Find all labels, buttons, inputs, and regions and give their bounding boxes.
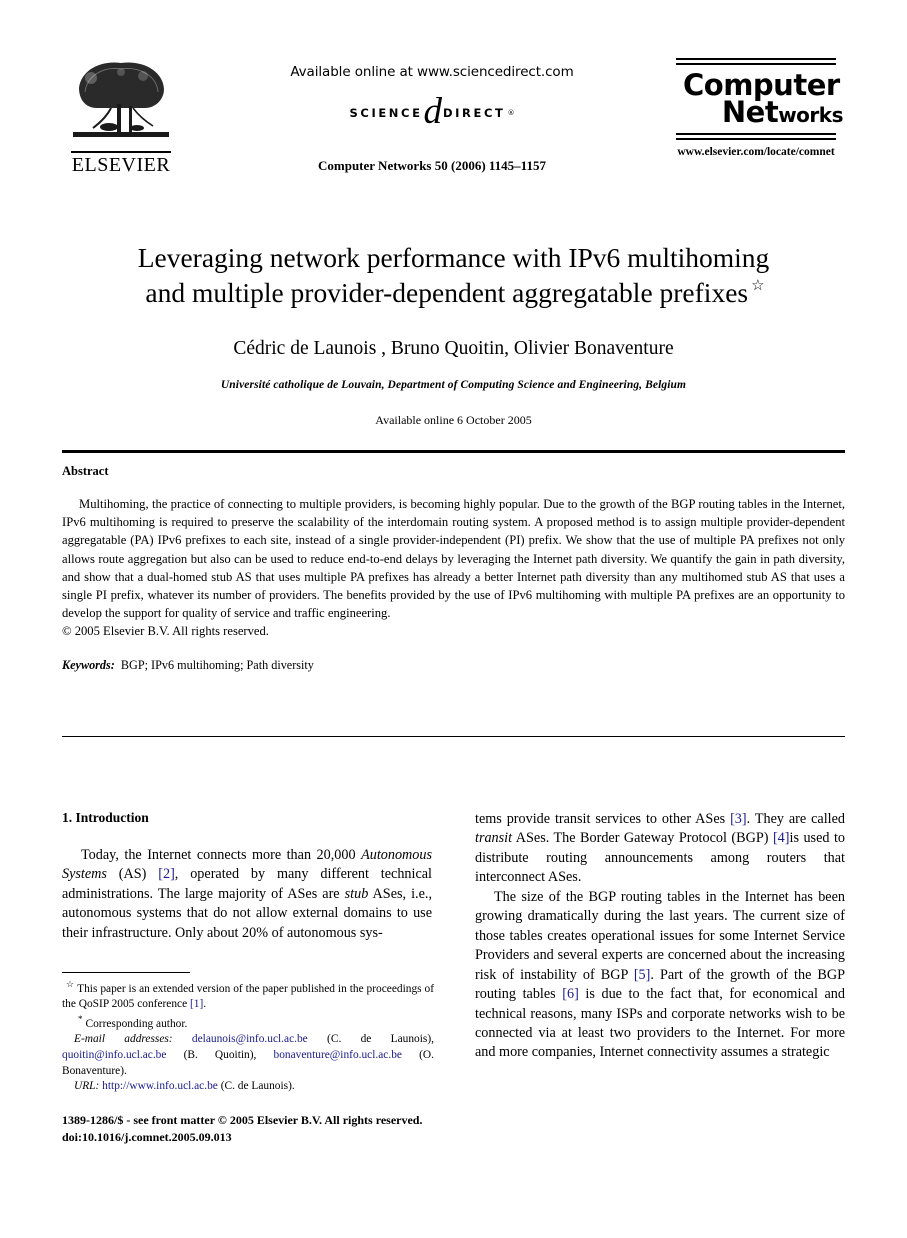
elsevier-tree-icon bbox=[71, 58, 171, 150]
abstract-body: Multihoming, the practice of connecting … bbox=[62, 497, 845, 621]
journal-logo-title: Computer Networks bbox=[667, 65, 845, 133]
journal-logo-works: works bbox=[778, 102, 843, 127]
citation-link-3[interactable]: [3] bbox=[730, 811, 747, 827]
citation-link-2[interactable]: [2] bbox=[158, 866, 175, 882]
issn-front-matter-line: 1389-1286/$ - see front matter © 2005 El… bbox=[62, 1113, 423, 1127]
affiliation: Université catholique de Louvain, Depart… bbox=[220, 379, 687, 392]
paper-title-line2: and multiple provider-dependent aggregat… bbox=[145, 277, 749, 309]
url-link-launois[interactable]: http://www.info.ucl.ac.be bbox=[102, 1080, 218, 1092]
available-online-text: Available online at www.sciencedirect.co… bbox=[290, 64, 574, 80]
abstract-bottom-divider bbox=[62, 736, 845, 738]
footnote-star-marker-icon: ☆ bbox=[66, 979, 75, 989]
footnotes-block: ☆ This paper is an extended version of th… bbox=[62, 978, 434, 1095]
footnote-emails: E-mail addresses: delaunois@info.ucl.ac.… bbox=[62, 1032, 434, 1079]
text-italic: stub bbox=[344, 885, 369, 902]
registered-trademark-icon: ® bbox=[507, 108, 515, 117]
elsevier-logo: ELSEVIER bbox=[62, 58, 180, 175]
title-block: Leveraging network performance with IPv6… bbox=[62, 240, 845, 428]
footnote-divider bbox=[62, 972, 190, 974]
masthead: ELSEVIER Available online at www.science… bbox=[62, 58, 845, 193]
paper-title-line1: Leveraging network performance with IPv6… bbox=[137, 242, 770, 273]
elsevier-wordmark: ELSEVIER bbox=[71, 154, 171, 176]
footnote-asterisk-marker-icon: * bbox=[78, 1014, 83, 1025]
text-italic: transit bbox=[475, 830, 513, 847]
elsevier-divider bbox=[71, 151, 171, 153]
sciencedirect-direct-word: DIRECT bbox=[443, 105, 506, 120]
publication-date: Available online 6 October 2005 bbox=[375, 413, 532, 428]
right-column: tems provide transit services to other A… bbox=[475, 810, 845, 1063]
footnote-paper-version: ☆ This paper is an extended version of th… bbox=[62, 978, 434, 1013]
sciencedirect-d-glyph: d bbox=[423, 91, 443, 132]
journal-logo-net: Net bbox=[721, 94, 779, 129]
text-run: (B. Quoitin), bbox=[166, 1049, 257, 1062]
text-run: This paper is an extended version of the… bbox=[62, 982, 434, 1011]
author-names: Cédric de Launois , Bruno Quoitin, Olivi… bbox=[233, 338, 674, 360]
sciencedirect-logo: SCIENCE d DIRECT ® bbox=[222, 91, 642, 132]
abstract-section: Abstract Multihoming, the practice of co… bbox=[62, 464, 845, 673]
keywords-label: Keywords: bbox=[62, 657, 115, 672]
citation-link-4[interactable]: [4] bbox=[773, 830, 790, 846]
abstract-copyright: © 2005 Elsevier B.V. All rights reserved… bbox=[62, 624, 269, 639]
keywords-value: BGP; IPv6 multihoming; Path diversity bbox=[120, 657, 314, 672]
text-run: (AS) bbox=[106, 866, 159, 883]
left-column: 1. Introduction Today, the Internet conn… bbox=[62, 810, 432, 943]
paragraph-left-1: Today, the Internet connects more than 2… bbox=[62, 846, 432, 943]
abstract-top-divider bbox=[62, 450, 845, 453]
page-title: Leveraging network performance with IPv6… bbox=[62, 240, 845, 310]
journal-citation-line: Computer Networks 50 (2006) 1145–1157 bbox=[318, 158, 546, 174]
email-link-quoitin[interactable]: quoitin@info.ucl.ac.be bbox=[62, 1049, 166, 1061]
author-list: Cédric de Launois , Bruno Quoitin, Olivi… bbox=[62, 338, 845, 360]
paragraph-right-2: The size of the BGP routing tables in th… bbox=[475, 888, 845, 1063]
text-run: Corresponding author. bbox=[85, 1017, 188, 1030]
email-addresses-label: E-mail addresses: bbox=[74, 1033, 173, 1046]
text-run: Today, the Internet connects more than 2… bbox=[81, 847, 362, 863]
paper-page: ELSEVIER Available online at www.science… bbox=[0, 0, 907, 1238]
title-footnote-marker-icon[interactable]: ☆ bbox=[751, 278, 764, 294]
journal-logo-bottom-rules bbox=[676, 133, 836, 141]
keywords-line: Keywords: BGP; IPv6 multihoming; Path di… bbox=[62, 658, 845, 673]
citation-link-1[interactable]: [1] bbox=[190, 998, 203, 1010]
text-run: . bbox=[203, 998, 207, 1011]
text-run: . They are called bbox=[746, 811, 845, 827]
text-run: (C. de Launois). bbox=[217, 1080, 295, 1093]
citation-link-5[interactable]: [5] bbox=[634, 967, 651, 983]
journal-logo-line-networks: Networks bbox=[667, 97, 845, 127]
journal-logo-block: Computer Networks www.elsevier.com/locat… bbox=[667, 58, 845, 158]
text-run: (C. de Launois), bbox=[307, 1033, 434, 1046]
page-footer: 1389-1286/$ - see front matter © 2005 El… bbox=[62, 1112, 562, 1147]
journal-url[interactable]: www.elsevier.com/locate/comnet bbox=[667, 146, 845, 158]
sciencedirect-science-word: SCIENCE bbox=[349, 105, 423, 120]
email-link-bonaventure[interactable]: bonaventure@info.ucl.ac.be bbox=[274, 1049, 402, 1061]
sciencedirect-block: Available online at www.sciencedirect.co… bbox=[222, 64, 642, 174]
footnote-url: URL: http://www.info.ucl.ac.be (C. de La… bbox=[62, 1079, 434, 1095]
section-heading-introduction: 1. Introduction bbox=[62, 810, 149, 825]
paragraph-right-1: tems provide transit services to other A… bbox=[475, 810, 845, 888]
doi-line: doi:10.1016/j.comnet.2005.09.013 bbox=[62, 1130, 232, 1145]
text-run: tems provide transit services to other A… bbox=[475, 811, 731, 827]
journal-logo-top-rules bbox=[676, 58, 836, 65]
text-run: ASes. The Border Gateway Protocol (BGP) bbox=[512, 830, 773, 847]
abstract-heading: Abstract bbox=[62, 464, 109, 478]
email-link-delaunois[interactable]: delaunois@info.ucl.ac.be bbox=[192, 1033, 308, 1045]
footnote-corresponding-author: * Corresponding author. bbox=[62, 1013, 434, 1032]
citation-link-6[interactable]: [6] bbox=[562, 986, 579, 1002]
url-label: URL: bbox=[74, 1080, 100, 1093]
